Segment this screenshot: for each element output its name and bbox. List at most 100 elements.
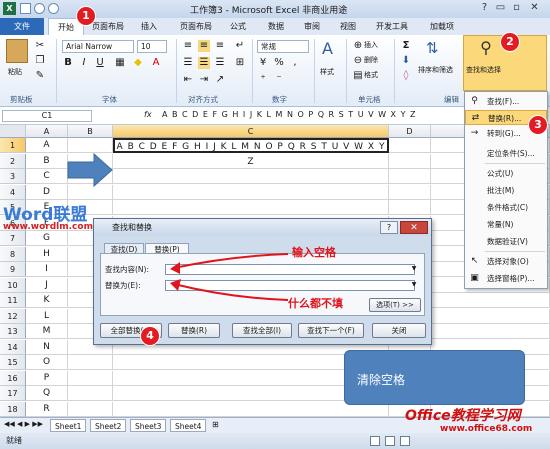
close-button[interactable]: 关闭 bbox=[372, 323, 426, 338]
cell-a[interactable]: B bbox=[26, 153, 68, 169]
menu-item-find[interactable]: ⚲ 查找(F)... bbox=[465, 94, 547, 109]
insert-cells-icon[interactable]: ⊕ bbox=[352, 40, 364, 52]
sheet-tab-1[interactable]: Sheet1 bbox=[50, 419, 87, 432]
cell-b[interactable] bbox=[68, 386, 113, 401]
paste-button[interactable]: 粘贴 bbox=[8, 67, 22, 78]
redo-icon[interactable] bbox=[48, 3, 59, 14]
increase-indent-icon[interactable]: ⇥ bbox=[198, 74, 210, 86]
menu-item-selection-pane[interactable]: ▣ 选择窗格(P)... bbox=[465, 271, 547, 286]
styles-icon[interactable]: A bbox=[322, 39, 340, 63]
sheet-tab-3[interactable]: Sheet3 bbox=[130, 419, 167, 432]
tab-formulas[interactable]: 公式 bbox=[224, 18, 252, 35]
save-icon[interactable] bbox=[20, 3, 31, 14]
cell-b[interactable] bbox=[68, 138, 113, 153]
row-header[interactable]: 16 bbox=[0, 370, 26, 386]
font-name-select[interactable]: Arial Narrow bbox=[62, 40, 134, 53]
select-all-corner[interactable] bbox=[0, 125, 26, 138]
cell-c[interactable] bbox=[113, 200, 389, 215]
row-header[interactable]: 8 bbox=[0, 246, 26, 262]
align-left-icon[interactable]: ☰ bbox=[182, 57, 194, 69]
align-right-icon[interactable]: ☰ bbox=[214, 57, 226, 69]
cell-a[interactable]: A bbox=[26, 138, 68, 153]
delete-cells-icon[interactable]: ⊖ bbox=[352, 55, 364, 67]
cell-d[interactable] bbox=[389, 200, 431, 215]
tab-view[interactable]: 视图 bbox=[334, 18, 362, 35]
italic-button[interactable]: I bbox=[78, 57, 90, 69]
menu-item-formulas[interactable]: 公式(U) bbox=[465, 166, 547, 181]
row-header[interactable]: 2 bbox=[0, 153, 26, 169]
border-icon[interactable]: ▦ bbox=[114, 57, 126, 69]
cell-e[interactable] bbox=[431, 293, 550, 308]
format-cells-button[interactable]: 格式 bbox=[364, 70, 378, 81]
cell-a[interactable]: N bbox=[26, 339, 68, 355]
fx-icon[interactable]: fx bbox=[144, 110, 152, 119]
bold-button[interactable]: B bbox=[62, 57, 74, 69]
currency-icon[interactable]: ¥ bbox=[257, 57, 269, 69]
cell-c[interactable]: A B C D E F G H I J K L M N O P Q R S T … bbox=[113, 138, 389, 167]
menu-item-conditional-format[interactable]: 条件格式(C) bbox=[465, 200, 547, 215]
fill-icon[interactable]: ⬇ bbox=[400, 55, 412, 67]
cell-b[interactable] bbox=[68, 401, 113, 417]
cell-d[interactable] bbox=[389, 184, 431, 200]
sheet-nav-icon[interactable]: ◀◀ ◀ ▶ ▶▶ bbox=[4, 420, 43, 428]
cell-c[interactable] bbox=[113, 184, 389, 200]
tab-file[interactable]: 文件 bbox=[0, 18, 44, 35]
tab-developer[interactable]: 开发工具 bbox=[368, 18, 416, 35]
insert-cells-button[interactable]: 插入 bbox=[364, 40, 378, 51]
clear-icon[interactable]: ◊ bbox=[400, 70, 412, 82]
column-header-b[interactable]: B bbox=[68, 125, 113, 138]
cell-e[interactable] bbox=[431, 308, 550, 324]
cell-a[interactable]: J bbox=[26, 277, 68, 293]
cell-a[interactable]: D bbox=[26, 184, 68, 200]
find-select-button[interactable]: 查找和选择 bbox=[466, 65, 501, 76]
column-header-c[interactable]: C bbox=[113, 125, 389, 138]
decrease-indent-icon[interactable]: ⇤ bbox=[182, 74, 194, 86]
copy-icon[interactable]: ❐ bbox=[34, 55, 46, 67]
cell-a[interactable]: R bbox=[26, 401, 68, 417]
row-header[interactable]: 13 bbox=[0, 324, 26, 339]
find-next-button[interactable]: 查找下一个(F) bbox=[298, 323, 364, 338]
dialog-help-button[interactable]: ? bbox=[380, 221, 398, 234]
find-all-button[interactable]: 查找全部(I) bbox=[232, 323, 292, 338]
cell-a[interactable]: C bbox=[26, 169, 68, 184]
dialog-close-icon[interactable]: ✕ bbox=[400, 221, 428, 234]
number-format-select[interactable]: 常规 bbox=[257, 40, 309, 53]
replace-with-dropdown-icon[interactable]: ▼ bbox=[410, 281, 418, 290]
row-header[interactable]: 1 bbox=[0, 138, 26, 153]
find-what-dropdown-icon[interactable]: ▼ bbox=[410, 265, 418, 274]
cell-a[interactable]: K bbox=[26, 293, 68, 308]
cell-d[interactable] bbox=[389, 153, 431, 169]
normal-view-icon[interactable] bbox=[370, 436, 380, 446]
cell-d[interactable] bbox=[389, 138, 431, 153]
font-color-icon[interactable]: A bbox=[150, 57, 162, 69]
cell-d[interactable] bbox=[389, 169, 431, 184]
delete-cells-button[interactable]: 删除 bbox=[364, 55, 378, 66]
row-header[interactable]: 14 bbox=[0, 339, 26, 355]
binoculars-icon[interactable]: ⚲ bbox=[475, 38, 497, 60]
cell-e[interactable] bbox=[431, 324, 550, 339]
orientation-icon[interactable]: ↗ bbox=[214, 74, 226, 86]
undo-icon[interactable] bbox=[34, 3, 45, 14]
cell-c[interactable] bbox=[113, 169, 389, 184]
row-header[interactable]: 11 bbox=[0, 293, 26, 308]
menu-item-goto-special[interactable]: 定位条件(S)... bbox=[465, 146, 547, 161]
menu-item-data-validation[interactable]: 数据验证(V) bbox=[465, 234, 547, 249]
new-sheet-icon[interactable]: ⊞ bbox=[212, 420, 224, 431]
page-break-view-icon[interactable] bbox=[400, 436, 410, 446]
cell-a[interactable]: P bbox=[26, 370, 68, 386]
cell-a[interactable]: M bbox=[26, 324, 68, 339]
align-middle-icon[interactable]: ≡ bbox=[198, 40, 210, 52]
column-header-a[interactable]: A bbox=[26, 125, 68, 138]
row-header[interactable]: 3 bbox=[0, 169, 26, 184]
formula-content[interactable]: A B C D E F G H I J K L M N O P Q R S T … bbox=[162, 110, 417, 119]
cut-icon[interactable]: ✂ bbox=[34, 40, 46, 52]
menu-item-select-objects[interactable]: ↖ 选择对象(O) bbox=[465, 254, 547, 269]
cell-b[interactable] bbox=[68, 370, 113, 386]
merge-center-icon[interactable]: ⊞ bbox=[234, 57, 246, 69]
sort-filter-button[interactable]: 排序和筛选 bbox=[418, 65, 453, 76]
row-header[interactable]: 10 bbox=[0, 277, 26, 293]
tab-addins[interactable]: 加载项 bbox=[424, 18, 460, 35]
row-header[interactable]: 12 bbox=[0, 308, 26, 324]
options-button[interactable]: 选项(T) >> bbox=[369, 298, 421, 312]
percent-icon[interactable]: % bbox=[273, 57, 285, 69]
